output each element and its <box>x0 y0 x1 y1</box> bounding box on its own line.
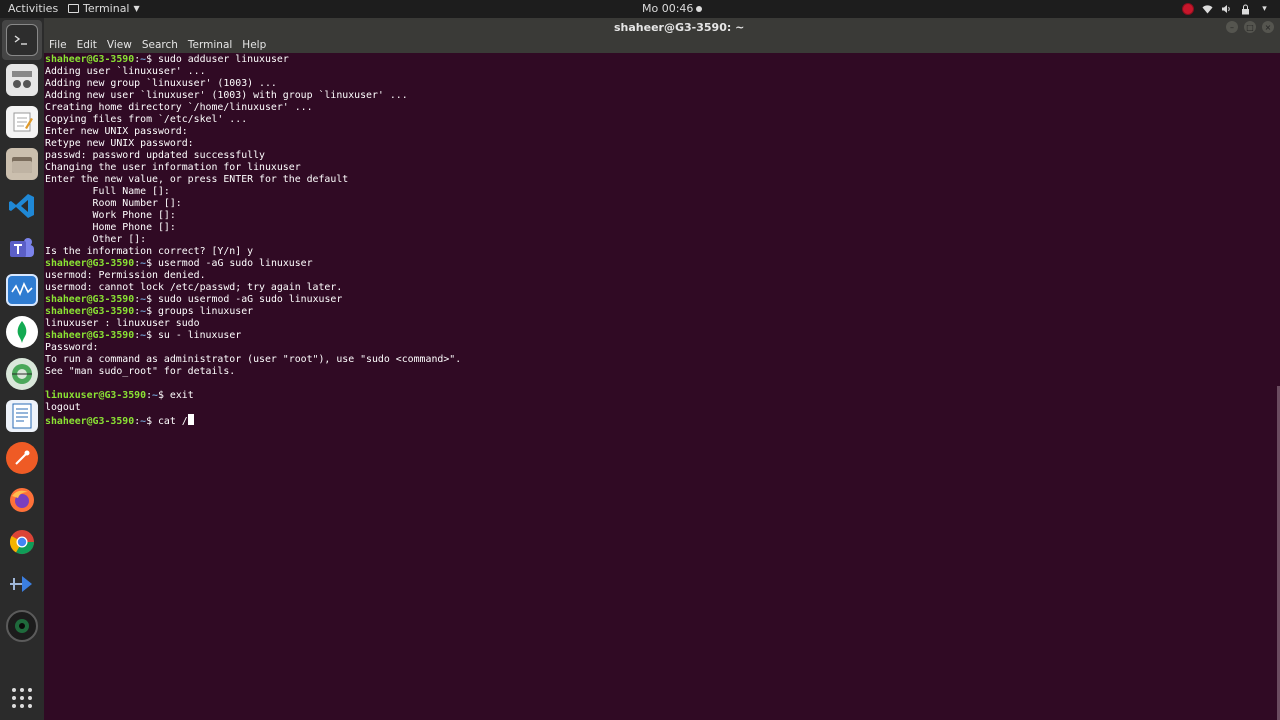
command-text: exit <box>163 390 194 401</box>
menu-help[interactable]: Help <box>242 39 266 51</box>
teams-icon[interactable] <box>6 232 38 264</box>
terminal-view[interactable]: shaheer@G3-3590:~$ sudo adduser linuxuse… <box>44 53 1280 720</box>
clock[interactable]: Mo 00:46 <box>642 2 703 15</box>
prompt-line: shaheer@G3-3590:~$ cat / <box>45 414 461 427</box>
wifi-icon <box>1202 4 1213 15</box>
vscode-icon[interactable] <box>6 190 38 222</box>
dock <box>0 18 44 720</box>
output-line: Retype new UNIX password: <box>45 138 194 149</box>
command-text: usermod -aG sudo linuxuser <box>152 258 313 269</box>
output-line: logout <box>45 402 81 413</box>
output-line: usermod: cannot lock /etc/passwd; try ag… <box>45 282 343 293</box>
prompt-line: shaheer@G3-3590:~$ sudo usermod -aG sudo… <box>45 294 461 306</box>
output-line: Home Phone []: <box>45 222 176 233</box>
tweaks-icon[interactable] <box>6 358 38 390</box>
terminal-output: shaheer@G3-3590:~$ sudo adduser linuxuse… <box>45 54 462 427</box>
output-line: Full Name []: <box>45 186 170 197</box>
window-titlebar[interactable]: shaheer@G3-3590: ~ – □ × <box>44 18 1280 37</box>
output-line: Adding new group `linuxuser' (1003) ... <box>45 78 277 89</box>
prompt-user: shaheer@G3-3590 <box>45 54 135 65</box>
output-line: See "man sudo_root" for details. <box>45 366 236 377</box>
lock-icon <box>1240 4 1251 15</box>
output-line: Changing the user information for linuxu… <box>45 162 301 173</box>
prompt-user: shaheer@G3-3590 <box>45 306 135 317</box>
caret-down-icon: ▼ <box>133 4 140 13</box>
clock-label: Mo 00:46 <box>642 2 694 15</box>
menu-file[interactable]: File <box>49 39 67 51</box>
command-text: sudo adduser linuxuser <box>152 54 289 65</box>
prompt-user: shaheer@G3-3590 <box>45 416 135 427</box>
terminal-icon <box>68 4 79 13</box>
monitor-icon[interactable] <box>6 274 38 306</box>
output-line: Password: <box>45 342 99 353</box>
output-line: Enter the new value, or press ENTER for … <box>45 174 349 185</box>
output-line: Copying files from `/etc/skel' ... <box>45 114 248 125</box>
chrome-icon[interactable] <box>6 526 38 558</box>
prompt-line: linuxuser@G3-3590:~$ exit <box>45 390 461 402</box>
output-line: Adding new user `linuxuser' (1003) with … <box>45 90 408 101</box>
system-monitor-icon[interactable] <box>6 64 38 96</box>
output-line: To run a command as administrator (user … <box>45 354 462 365</box>
terminal-icon[interactable] <box>6 24 38 56</box>
output-line: Is the information correct? [Y/n] y <box>45 246 254 257</box>
text-editor-icon[interactable] <box>6 106 38 138</box>
firefox-icon[interactable] <box>6 484 38 516</box>
prompt-line: shaheer@G3-3590:~$ sudo adduser linuxuse… <box>45 54 461 66</box>
output-line: Other []: <box>45 234 147 245</box>
menu-edit[interactable]: Edit <box>77 39 97 51</box>
output-line: linuxuser : linuxuser sudo <box>45 318 200 329</box>
top-bar: Activities Terminal ▼ Mo 00:46 ▾ <box>0 0 1280 18</box>
menu-terminal[interactable]: Terminal <box>188 39 232 51</box>
camera-icon[interactable] <box>6 610 38 642</box>
output-line: Room Number []: <box>45 198 182 209</box>
anydesk-icon[interactable] <box>6 568 38 600</box>
prompt-line: shaheer@G3-3590:~$ usermod -aG sudo linu… <box>45 258 461 270</box>
notification-dot-icon <box>696 6 703 12</box>
mongodb-icon[interactable] <box>6 316 38 348</box>
menu-bar: File Edit View Search Terminal Help <box>44 37 1280 53</box>
app-menu[interactable]: Terminal ▼ <box>68 2 140 15</box>
activities-button[interactable]: Activities <box>8 2 58 15</box>
command-text: cat / <box>152 416 188 427</box>
app-menu-label: Terminal <box>83 2 130 15</box>
prompt-user: shaheer@G3-3590 <box>45 330 135 341</box>
menu-search[interactable]: Search <box>142 39 178 51</box>
files-icon[interactable] <box>6 148 38 180</box>
text-cursor <box>187 414 194 425</box>
record-icon[interactable] <box>1182 3 1194 15</box>
command-text: groups linuxuser <box>152 306 254 317</box>
show-applications-icon[interactable] <box>6 682 38 714</box>
menu-view[interactable]: View <box>107 39 132 51</box>
output-line: passwd: password updated successfully <box>45 150 265 161</box>
volume-icon <box>1221 4 1232 15</box>
output-line: Adding user `linuxuser' ... <box>45 66 206 77</box>
prompt-line: shaheer@G3-3590:~$ groups linuxuser <box>45 306 461 318</box>
output-line: Work Phone []: <box>45 210 176 221</box>
prompt-user: linuxuser@G3-3590 <box>45 390 147 401</box>
postman-icon[interactable] <box>6 442 38 474</box>
maximize-button[interactable]: □ <box>1244 21 1256 33</box>
prompt-user: shaheer@G3-3590 <box>45 258 135 269</box>
system-tray[interactable]: ▾ <box>1182 1 1270 17</box>
output-line: usermod: Permission denied. <box>45 270 206 281</box>
prompt-user: shaheer@G3-3590 <box>45 294 135 305</box>
command-text: su - linuxuser <box>152 330 242 341</box>
minimize-button[interactable]: – <box>1226 21 1238 33</box>
prompt-line: shaheer@G3-3590:~$ su - linuxuser <box>45 330 461 342</box>
command-text: sudo usermod -aG sudo linuxuser <box>152 294 343 305</box>
document-viewer-icon[interactable] <box>6 400 38 432</box>
output-line: Creating home directory `/home/linuxuser… <box>45 102 313 113</box>
window-title: shaheer@G3-3590: ~ <box>614 21 745 34</box>
caret-down-icon: ▾ <box>1262 4 1267 14</box>
output-line: Enter new UNIX password: <box>45 126 188 137</box>
close-button[interactable]: × <box>1262 21 1274 33</box>
